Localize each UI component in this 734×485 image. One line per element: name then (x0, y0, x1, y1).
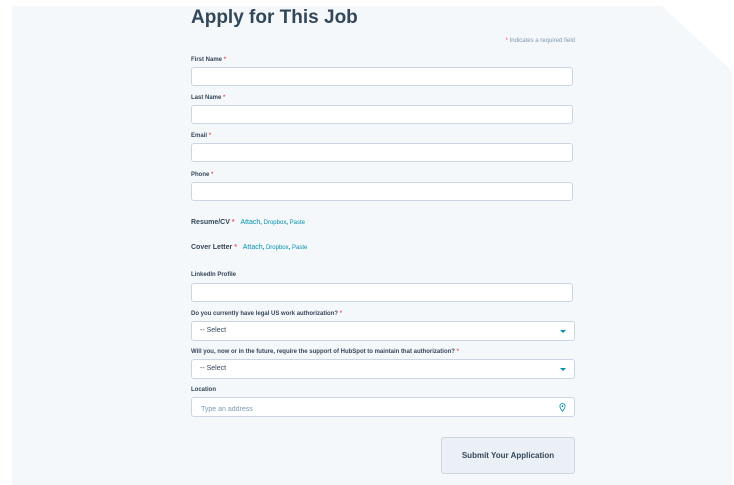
cover-letter-attach-link[interactable]: Attach (243, 244, 263, 251)
work-auth-label-text: Do you currently have legal US work auth… (191, 311, 339, 317)
required-asterisk: * (223, 57, 227, 63)
resume-paste-link[interactable]: Paste (290, 220, 305, 226)
chevron-down-icon (560, 368, 566, 371)
cover-letter-upload-row: Cover Letter * Attach, Dropbox, Paste (191, 244, 308, 251)
work-auth-select[interactable]: -- Select (191, 321, 575, 341)
email-label-text: Email (191, 133, 208, 139)
required-asterisk: * (208, 133, 212, 139)
sponsorship-label: Will you, now or in the future, require … (191, 349, 459, 355)
resume-upload-row: Resume/CV * Attach, Dropbox, Paste (191, 219, 306, 226)
submit-application-button[interactable]: Submit Your Application (441, 437, 575, 474)
first-name-label-text: First Name (191, 57, 223, 63)
email-field[interactable] (191, 143, 573, 164)
work-auth-selected-value: -- Select (200, 327, 227, 334)
required-asterisk: * (339, 311, 343, 317)
sponsorship-selected-value: -- Select (200, 365, 227, 372)
cover-letter-label: Cover Letter (191, 244, 233, 251)
required-asterisk: * (456, 349, 459, 355)
last-name-input[interactable] (192, 109, 572, 126)
email-label: Email * (191, 133, 211, 139)
required-note-text: Indicates a required field (509, 38, 575, 44)
sponsorship-select[interactable]: -- Select (191, 359, 575, 379)
phone-field[interactable] (191, 182, 573, 203)
work-auth-label: Do you currently have legal US work auth… (191, 311, 342, 317)
cover-letter-dropbox-link[interactable]: Dropbox (266, 245, 289, 251)
location-label: Location (191, 387, 216, 393)
chevron-down-icon (560, 330, 566, 333)
last-name-label-text: Last Name (191, 95, 222, 101)
required-asterisk: * (505, 38, 508, 44)
location-input[interactable] (192, 400, 574, 419)
required-asterisk: * (234, 244, 237, 251)
phone-label: Phone * (191, 172, 213, 178)
first-name-field[interactable] (191, 67, 573, 88)
phone-input[interactable] (192, 186, 572, 203)
last-name-label: Last Name * (191, 95, 225, 101)
email-input[interactable] (192, 147, 572, 164)
required-asterisk: * (231, 219, 235, 226)
required-asterisk: * (223, 95, 226, 101)
page-title: Apply for This Job (191, 7, 358, 28)
cover-letter-paste-link[interactable]: Paste (292, 245, 307, 251)
linkedin-input[interactable] (192, 287, 572, 304)
first-name-input[interactable] (192, 71, 572, 88)
first-name-label: First Name * (191, 57, 226, 63)
required-asterisk: * (211, 172, 214, 178)
phone-label-text: Phone (191, 172, 210, 178)
linkedin-label: LinkedIn Profile (191, 272, 237, 278)
resume-dropbox-link[interactable]: Dropbox (264, 220, 287, 226)
sponsorship-label-text: Will you, now or in the future, require … (191, 349, 455, 355)
last-name-field[interactable] (191, 105, 573, 126)
resume-label: Resume/CV (191, 219, 230, 226)
map-pin-icon (559, 403, 566, 412)
location-field[interactable] (191, 397, 575, 419)
linkedin-field[interactable] (191, 283, 573, 304)
resume-attach-link[interactable]: Attach (240, 219, 260, 226)
required-note: * Indicates a required field (420, 38, 575, 44)
